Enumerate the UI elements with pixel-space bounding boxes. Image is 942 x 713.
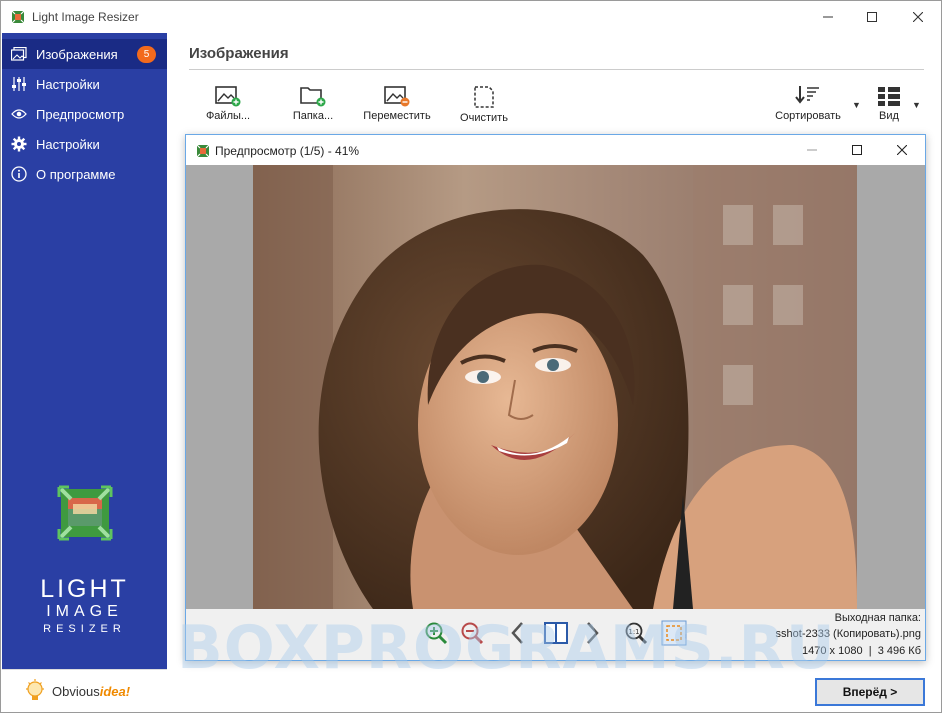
sort-icon xyxy=(795,86,819,104)
maximize-icon xyxy=(867,12,877,22)
lightbulb-icon xyxy=(26,679,44,700)
clear-button[interactable]: Очистить xyxy=(454,85,514,127)
eye-icon xyxy=(11,106,27,122)
title-bar: Light Image Resizer xyxy=(1,1,941,33)
close-button[interactable] xyxy=(895,1,941,33)
info-icon xyxy=(11,166,27,182)
main-window: Light Image Resizer Изображения 5 Настро… xyxy=(0,0,942,713)
preview-maximize-button[interactable] xyxy=(834,135,880,165)
app-logo-icon xyxy=(11,10,25,24)
logo-text-image: IMAGE xyxy=(46,603,123,620)
page-title: Изображения xyxy=(189,45,289,62)
sidebar-item-label: О программе xyxy=(36,166,116,182)
preview-window: Предпросмотр (1/5) - 41% 1:1 Выходная па… xyxy=(185,134,926,661)
product-logo-icon xyxy=(57,485,113,541)
obviousidea-link[interactable]: Obviousidea! xyxy=(2,669,167,712)
sidebar-item-label: Изображения xyxy=(36,46,118,62)
minimize-button[interactable] xyxy=(805,1,851,33)
output-folder-label: Выходная папка: xyxy=(834,612,921,624)
preview-canvas xyxy=(186,165,925,609)
add-folder-button[interactable]: Папка... xyxy=(286,85,340,127)
sidebar-item-label: Настройки xyxy=(36,136,100,152)
sidebar-item-settings[interactable]: Настройки xyxy=(2,69,167,99)
info-separator: | xyxy=(868,645,872,657)
sliders-icon xyxy=(11,76,27,92)
add-image-icon xyxy=(215,86,241,107)
preview-title-bar: Предпросмотр (1/5) - 41% xyxy=(186,135,925,165)
title-divider xyxy=(189,69,924,70)
preview-app-icon xyxy=(196,144,210,158)
sidebar: Изображения 5 Настройки Предпросмотр Нас… xyxy=(2,33,167,669)
maximize-button[interactable] xyxy=(849,1,895,33)
sidebar-item-preview[interactable]: Предпросмотр xyxy=(2,99,167,129)
sort-dropdown-icon[interactable]: ▼ xyxy=(852,100,861,110)
minimize-icon xyxy=(823,16,833,18)
close-icon xyxy=(913,12,923,22)
sidebar-item-label: Предпросмотр xyxy=(36,106,125,122)
maximize-icon xyxy=(852,145,862,155)
move-label: Переместить xyxy=(363,110,431,122)
sidebar-item-options[interactable]: Настройки xyxy=(2,129,167,159)
images-count-badge: 5 xyxy=(137,46,156,63)
view-button[interactable]: Вид xyxy=(869,85,909,127)
view-list-icon xyxy=(878,87,900,106)
clear-label: Очистить xyxy=(460,112,508,124)
sidebar-item-about[interactable]: О программе xyxy=(2,159,167,189)
move-button[interactable]: Переместить xyxy=(361,85,433,127)
preview-minimize-button[interactable] xyxy=(789,135,835,165)
add-folder-label: Папка... xyxy=(292,110,334,122)
sort-label: Сортировать xyxy=(775,110,841,122)
preview-photo xyxy=(253,165,857,609)
sidebar-item-images[interactable]: Изображения 5 xyxy=(2,39,167,69)
sort-button[interactable]: Сортировать xyxy=(772,85,844,127)
minimize-icon xyxy=(807,149,817,151)
remove-image-icon xyxy=(384,86,410,107)
view-label: Вид xyxy=(879,110,899,122)
clear-icon xyxy=(474,86,494,108)
add-files-label: Файлы... xyxy=(205,110,251,122)
images-icon xyxy=(11,46,27,62)
sidebar-item-label: Настройки xyxy=(36,76,100,92)
obviousidea-brand: Obviousidea! xyxy=(52,683,131,699)
logo-text-resizer: RESIZER xyxy=(43,623,126,635)
preview-title: Предпросмотр (1/5) - 41% xyxy=(215,144,360,158)
gear-icon xyxy=(11,136,27,152)
watermark-text: BOXPROGRAMS.RU xyxy=(177,613,836,683)
close-icon xyxy=(897,145,907,155)
preview-close-button[interactable] xyxy=(879,135,925,165)
app-title: Light Image Resizer xyxy=(32,10,139,24)
add-files-button[interactable]: Файлы... xyxy=(201,85,255,127)
logo-text-light: LIGHT xyxy=(40,575,129,603)
file-size: 3 496 Кб xyxy=(877,645,921,657)
add-folder-icon xyxy=(300,87,326,107)
next-button[interactable]: Вперёд > xyxy=(815,678,925,706)
view-dropdown-icon[interactable]: ▼ xyxy=(912,100,921,110)
